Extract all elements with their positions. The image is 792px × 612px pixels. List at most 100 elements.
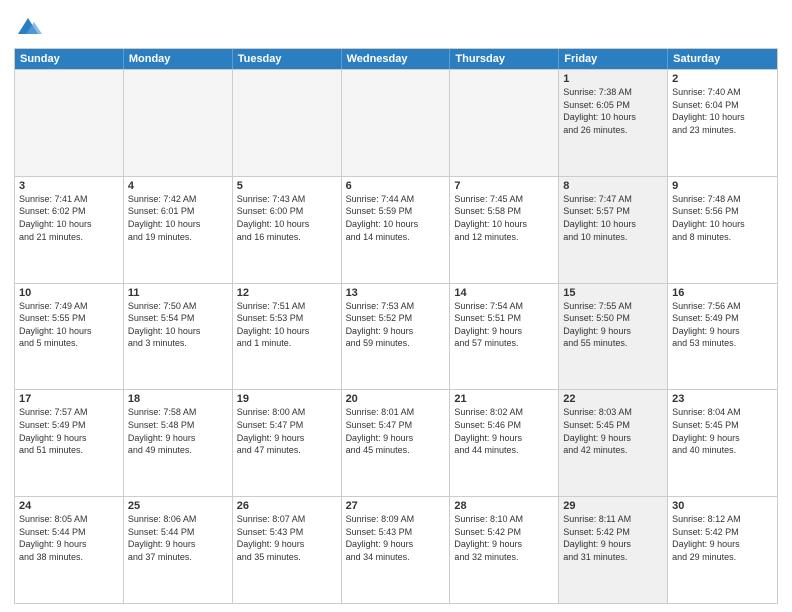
cell-line: Sunrise: 8:07 AM [237,513,337,526]
cell-line: Sunrise: 8:12 AM [672,513,773,526]
calendar-cell: 20Sunrise: 8:01 AMSunset: 5:47 PMDayligh… [342,390,451,496]
calendar-cell: 30Sunrise: 8:12 AMSunset: 5:42 PMDayligh… [668,497,777,603]
cell-line: Sunrise: 7:43 AM [237,193,337,206]
cell-line: Daylight: 9 hours [563,538,663,551]
day-number: 12 [237,287,337,299]
cell-line: and 38 minutes. [19,551,119,564]
calendar-row: 17Sunrise: 7:57 AMSunset: 5:49 PMDayligh… [15,389,777,496]
day-number: 2 [672,73,773,85]
day-number: 17 [19,393,119,405]
cell-line: Daylight: 9 hours [672,538,773,551]
cell-line: Sunset: 5:52 PM [346,312,446,325]
calendar-cell: 28Sunrise: 8:10 AMSunset: 5:42 PMDayligh… [450,497,559,603]
cell-line: and 14 minutes. [346,231,446,244]
calendar-cell: 1Sunrise: 7:38 AMSunset: 6:05 PMDaylight… [559,70,668,176]
cell-line: Daylight: 9 hours [454,432,554,445]
cell-line: Sunrise: 7:51 AM [237,300,337,313]
cell-line: Daylight: 9 hours [454,538,554,551]
calendar-cell: 25Sunrise: 8:06 AMSunset: 5:44 PMDayligh… [124,497,233,603]
weekday-header: Thursday [450,49,559,69]
day-number: 27 [346,500,446,512]
weekday-header: Tuesday [233,49,342,69]
cell-line: Sunset: 6:05 PM [563,99,663,112]
calendar-cell [15,70,124,176]
cell-line: Sunset: 6:00 PM [237,205,337,218]
calendar-cell: 8Sunrise: 7:47 AMSunset: 5:57 PMDaylight… [559,177,668,283]
calendar-row: 3Sunrise: 7:41 AMSunset: 6:02 PM Daylight… [15,176,777,283]
cell-line: and 16 minutes. [237,231,337,244]
cell-line: Sunrise: 7:54 AM [454,300,554,313]
cell-line: Daylight: 10 hours [454,218,554,231]
cell-line: Sunset: 5:43 PM [237,526,337,539]
day-number: 13 [346,287,446,299]
cell-line: Daylight: 10 hours [128,218,228,231]
cell-line: Sunrise: 8:06 AM [128,513,228,526]
day-number: 8 [563,180,663,192]
cell-line: and 57 minutes. [454,337,554,350]
cell-line: Daylight: 10 hours [237,325,337,338]
calendar-cell: 3Sunrise: 7:41 AMSunset: 6:02 PMDaylight… [15,177,124,283]
cell-line: and 59 minutes. [346,337,446,350]
weekday-header: Saturday [668,49,777,69]
day-number: 1 [563,73,663,85]
cell-line: and 47 minutes. [237,444,337,457]
cell-line: Sunset: 5:46 PM [454,419,554,432]
cell-line: Sunrise: 7:49 AM [19,300,119,313]
cell-line: Daylight: 9 hours [346,538,446,551]
cell-line: Sunrise: 7:48 AM [672,193,773,206]
cell-line: Sunset: 5:47 PM [346,419,446,432]
calendar-cell [342,70,451,176]
cell-line: and 26 minutes. [563,124,663,137]
day-number: 3 [19,180,119,192]
weekday-header: Friday [559,49,668,69]
cell-line: Sunset: 6:01 PM [128,205,228,218]
day-number: 10 [19,287,119,299]
calendar-cell: 12Sunrise: 7:51 AMSunset: 5:53 PMDayligh… [233,284,342,390]
day-number: 25 [128,500,228,512]
calendar-row: 24Sunrise: 8:05 AMSunset: 5:44 PMDayligh… [15,496,777,603]
day-number: 6 [346,180,446,192]
cell-line: Sunrise: 8:11 AM [563,513,663,526]
calendar-cell: 26Sunrise: 8:07 AMSunset: 5:43 PMDayligh… [233,497,342,603]
cell-line: and 42 minutes. [563,444,663,457]
cell-line: Sunrise: 7:56 AM [672,300,773,313]
cell-line: Sunset: 5:49 PM [672,312,773,325]
day-number: 26 [237,500,337,512]
calendar-cell: 27Sunrise: 8:09 AMSunset: 5:43 PMDayligh… [342,497,451,603]
day-number: 14 [454,287,554,299]
cell-line: Daylight: 10 hours [563,111,663,124]
calendar-body: 1Sunrise: 7:38 AMSunset: 6:05 PMDaylight… [15,69,777,603]
cell-line: Sunset: 5:48 PM [128,419,228,432]
calendar-cell: 19Sunrise: 8:00 AMSunset: 5:47 PMDayligh… [233,390,342,496]
cell-line: Sunrise: 7:41 AM [19,193,119,206]
calendar-cell: 11Sunrise: 7:50 AMSunset: 5:54 PMDayligh… [124,284,233,390]
cell-line: Daylight: 9 hours [19,432,119,445]
cell-line: Sunrise: 7:44 AM [346,193,446,206]
cell-line: and 31 minutes. [563,551,663,564]
cell-line: Sunrise: 7:38 AM [563,86,663,99]
cell-line: and 34 minutes. [346,551,446,564]
cell-line: Sunrise: 7:47 AM [563,193,663,206]
cell-line: Sunset: 5:50 PM [563,312,663,325]
cell-line: Sunset: 6:02 PM [19,205,119,218]
calendar-cell: 17Sunrise: 7:57 AMSunset: 5:49 PMDayligh… [15,390,124,496]
cell-line: and 5 minutes. [19,337,119,350]
cell-line: Sunset: 5:43 PM [346,526,446,539]
cell-line: Sunrise: 7:58 AM [128,406,228,419]
cell-line: and 51 minutes. [19,444,119,457]
calendar-cell [124,70,233,176]
calendar-cell [233,70,342,176]
cell-line: Sunset: 5:42 PM [672,526,773,539]
cell-line: Sunset: 5:49 PM [19,419,119,432]
day-number: 21 [454,393,554,405]
cell-line: and 44 minutes. [454,444,554,457]
cell-line: and 8 minutes. [672,231,773,244]
day-number: 18 [128,393,228,405]
cell-line: Sunrise: 7:57 AM [19,406,119,419]
cell-line: and 55 minutes. [563,337,663,350]
calendar-cell: 9Sunrise: 7:48 AMSunset: 5:56 PMDaylight… [668,177,777,283]
cell-line: Daylight: 10 hours [346,218,446,231]
cell-line: Sunrise: 7:55 AM [563,300,663,313]
cell-line: and 40 minutes. [672,444,773,457]
cell-line: Sunrise: 8:01 AM [346,406,446,419]
